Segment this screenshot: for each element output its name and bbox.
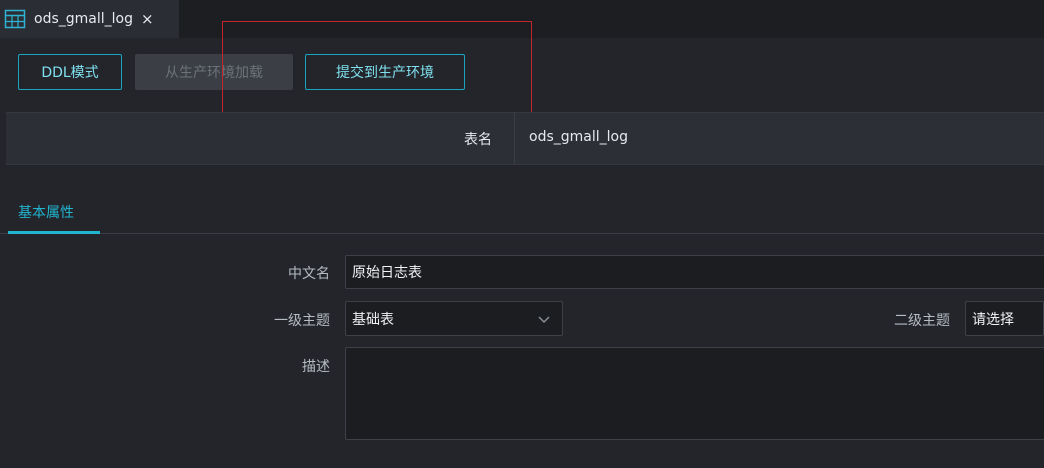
close-icon[interactable]: × (141, 10, 154, 28)
chinese-name-input[interactable]: 原始日志表 (345, 255, 1044, 289)
load-from-production-button[interactable]: 从生产环境加载 (135, 54, 293, 90)
table-icon (4, 8, 26, 30)
secondary-topic-value: 请选择 (972, 311, 1014, 328)
tab-basic-properties[interactable]: 基本属性 (8, 192, 100, 234)
tab-ods-gmall-log[interactable]: ods_gmall_log × (0, 0, 179, 38)
section-tabs: 基本属性 (0, 192, 1044, 234)
primary-topic-label: 一级主题 (274, 313, 330, 329)
primary-topic-value: 基础表 (352, 311, 394, 328)
chinese-name-label: 中文名 (288, 266, 330, 282)
tab-title: ods_gmall_log (34, 11, 133, 27)
table-name-value: ods_gmall_log (529, 129, 628, 145)
table-name-row: 表名 ods_gmall_log (6, 112, 1044, 165)
ddl-mode-button[interactable]: DDL模式 (18, 54, 122, 90)
description-textarea[interactable] (345, 347, 1044, 440)
divider (514, 113, 515, 164)
chevron-down-icon (538, 313, 550, 325)
description-label: 描述 (302, 359, 330, 375)
secondary-topic-label: 二级主题 (894, 313, 950, 329)
primary-topic-select[interactable]: 基础表 (345, 301, 563, 336)
submit-to-production-button[interactable]: 提交到生产环境 (305, 54, 465, 90)
table-name-label: 表名 (464, 132, 492, 148)
secondary-topic-select[interactable]: 请选择 (965, 301, 1044, 336)
editor-tab-bar: ods_gmall_log × (0, 0, 1044, 38)
